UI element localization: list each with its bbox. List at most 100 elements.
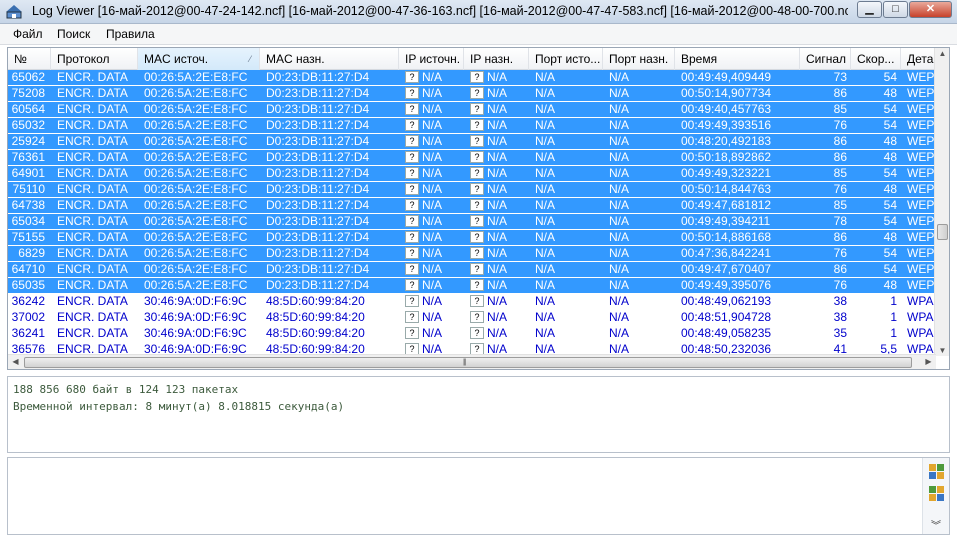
column-header-port-source[interactable]: Порт исто... <box>529 48 603 70</box>
cell-text: 00:47:36,842241 <box>681 246 772 260</box>
cell-sig: 86 <box>800 230 847 246</box>
cell-text: WEP <box>907 198 935 212</box>
vertical-scroll-thumb[interactable] <box>937 224 948 240</box>
menu-file[interactable]: Файл <box>13 27 43 41</box>
cell-spd: 54 <box>851 262 897 278</box>
cell-text: 48:5D:60:99:84:20 <box>266 326 365 340</box>
cell-det: WEP <box>907 166 936 182</box>
scroll-down-icon[interactable]: ▼ <box>935 346 949 355</box>
column-header-time[interactable]: Время <box>675 48 800 70</box>
close-button[interactable]: ✕ <box>909 1 952 18</box>
cell-text: WEP <box>907 86 935 100</box>
column-header-port-dest[interactable]: Порт назн. <box>603 48 675 70</box>
cell-time: 00:49:49,395076 <box>681 278 800 294</box>
cell-text: ENCR. DATA <box>57 310 128 324</box>
column-header-speed[interactable]: Скор... <box>851 48 901 70</box>
cell-text: 00:26:5A:2E:E8:FC <box>144 198 248 212</box>
column-header-mac-source[interactable]: MAC источ. ⁄ <box>138 48 260 70</box>
table-row[interactable]: 65035 ENCR. DATA 00:26:5A:2E:E8:FC D0:23:DB… <box>8 278 936 294</box>
cell-text: N/A <box>535 326 556 340</box>
cell-ips: ? N/A <box>405 230 465 246</box>
cell-text: 36241 <box>11 326 45 340</box>
table-row[interactable]: 65034 ENCR. DATA 00:26:5A:2E:E8:FC D0:23:DB… <box>8 214 936 230</box>
cell-text: N/A <box>609 326 630 340</box>
cell-ps: N/A <box>535 326 603 342</box>
cell-n: 36241 <box>8 326 45 342</box>
table-row[interactable]: 65062 ENCR. DATA 00:26:5A:2E:E8:FC D0:23:DB… <box>8 70 936 86</box>
layout-grid-icon[interactable] <box>929 464 944 479</box>
cell-dst: D0:23:DB:11:27:D4 <box>266 150 399 166</box>
menu-rules[interactable]: Правила <box>106 27 155 41</box>
cell-text: N/A <box>422 294 443 308</box>
horizontal-scrollbar[interactable]: ◀ ||| ▶ <box>8 354 936 369</box>
cell-sig: 86 <box>800 150 847 166</box>
table-row[interactable]: 75208 ENCR. DATA 00:26:5A:2E:E8:FC D0:23:DB… <box>8 86 936 102</box>
layout-grid-alt-icon[interactable] <box>929 486 944 501</box>
cell-text: ENCR. DATA <box>57 230 128 244</box>
cell-pd: N/A <box>609 278 675 294</box>
cell-text: 00:49:47,670407 <box>681 262 772 276</box>
cell-det: WEP <box>907 246 936 262</box>
cell-text: 1 <box>890 326 897 340</box>
column-header-mac-dest[interactable]: MAC назн. <box>260 48 399 70</box>
cell-ps: N/A <box>535 246 603 262</box>
cell-src: 00:26:5A:2E:E8:FC <box>144 150 260 166</box>
table-row[interactable]: 65032 ENCR. DATA 00:26:5A:2E:E8:FC D0:23:DB… <box>8 118 936 134</box>
horizontal-scroll-thumb[interactable]: ||| <box>24 357 912 368</box>
table-row[interactable]: 37002 ENCR. DATA 30:46:9A:0D:F6:9C 48:5D:60… <box>8 310 936 326</box>
table-row[interactable]: 36241 ENCR. DATA 30:46:9A:0D:F6:9C 48:5D:60… <box>8 326 936 342</box>
cell-ps: N/A <box>535 86 603 102</box>
cell-src: 00:26:5A:2E:E8:FC <box>144 214 260 230</box>
window-title: Log Viewer [16-май-2012@00-47-24-142.ncf… <box>32 4 848 18</box>
cell-text: N/A <box>535 118 556 132</box>
table-row[interactable]: 60564 ENCR. DATA 00:26:5A:2E:E8:FC D0:23:DB… <box>8 102 936 118</box>
table-row[interactable]: 76361 ENCR. DATA 00:26:5A:2E:E8:FC D0:23:DB… <box>8 150 936 166</box>
cell-text: N/A <box>609 214 630 228</box>
cell-proto: ENCR. DATA <box>57 134 139 150</box>
column-header-ip-dest[interactable]: IP назн. <box>464 48 529 70</box>
cell-ipd: ? N/A <box>470 310 530 326</box>
unknown-icon: ? <box>470 327 484 339</box>
cell-sig: 86 <box>800 134 847 150</box>
vertical-scrollbar[interactable]: ▲ ▼ <box>934 48 949 356</box>
column-header-protocol[interactable]: Протокол <box>51 48 138 70</box>
column-header-signal[interactable]: Сигнал <box>800 48 851 70</box>
table-row[interactable]: 64710 ENCR. DATA 00:26:5A:2E:E8:FC D0:23:DB… <box>8 262 936 278</box>
column-header-number[interactable]: № <box>8 48 51 70</box>
table-row[interactable]: 75155 ENCR. DATA 00:26:5A:2E:E8:FC D0:23:DB… <box>8 230 936 246</box>
cell-text: D0:23:DB:11:27:D4 <box>266 102 370 116</box>
table-row[interactable]: 64901 ENCR. DATA 00:26:5A:2E:E8:FC D0:23:DB… <box>8 166 936 182</box>
scroll-up-icon[interactable]: ▲ <box>935 49 949 58</box>
cell-text: 85 <box>833 198 847 212</box>
cell-ipd: ? N/A <box>470 326 530 342</box>
menu-search[interactable]: Поиск <box>57 27 90 41</box>
cell-dst: D0:23:DB:11:27:D4 <box>266 230 399 246</box>
cell-proto: ENCR. DATA <box>57 326 139 342</box>
cell-text: WEP <box>907 118 935 132</box>
cell-proto: ENCR. DATA <box>57 214 139 230</box>
cell-ips: ? N/A <box>405 134 465 150</box>
table-row[interactable]: 36242 ENCR. DATA 30:46:9A:0D:F6:9C 48:5D:60… <box>8 294 936 310</box>
cell-text: 00:26:5A:2E:E8:FC <box>144 278 248 292</box>
unknown-icon: ? <box>405 199 419 211</box>
table-row[interactable]: 25924 ENCR. DATA 00:26:5A:2E:E8:FC D0:23:DB… <box>8 134 936 150</box>
minimize-button[interactable]: ▁ <box>857 1 882 18</box>
table-row[interactable]: 64738 ENCR. DATA 00:26:5A:2E:E8:FC D0:23:DB… <box>8 198 936 214</box>
scroll-right-icon[interactable]: ▶ <box>921 357 936 366</box>
cell-text: 00:26:5A:2E:E8:FC <box>144 246 248 260</box>
cell-src: 00:26:5A:2E:E8:FC <box>144 70 260 86</box>
expand-chevron-icon[interactable]: ︾ <box>931 517 941 532</box>
packet-table[interactable]: № Протокол MAC источ. ⁄ MAC назн. IP ист… <box>7 47 950 370</box>
table-row[interactable]: 75110 ENCR. DATA 00:26:5A:2E:E8:FC D0:23:DB… <box>8 182 936 198</box>
maximize-button[interactable]: □ <box>883 1 908 18</box>
table-row[interactable]: 6829 ENCR. DATA 00:26:5A:2E:E8:FC D0:23:DB:… <box>8 246 936 262</box>
column-header-ip-source[interactable]: IP источн. <box>399 48 464 70</box>
cell-text: 48 <box>883 278 897 292</box>
cell-pd: N/A <box>609 198 675 214</box>
details-panel[interactable]: ︾ <box>7 457 950 535</box>
column-header-details[interactable]: Дета <box>901 48 936 70</box>
cell-n: 25924 <box>8 134 45 150</box>
cell-text: N/A <box>487 278 508 292</box>
scroll-left-icon[interactable]: ◀ <box>8 357 23 366</box>
cell-text: 00:26:5A:2E:E8:FC <box>144 134 248 148</box>
